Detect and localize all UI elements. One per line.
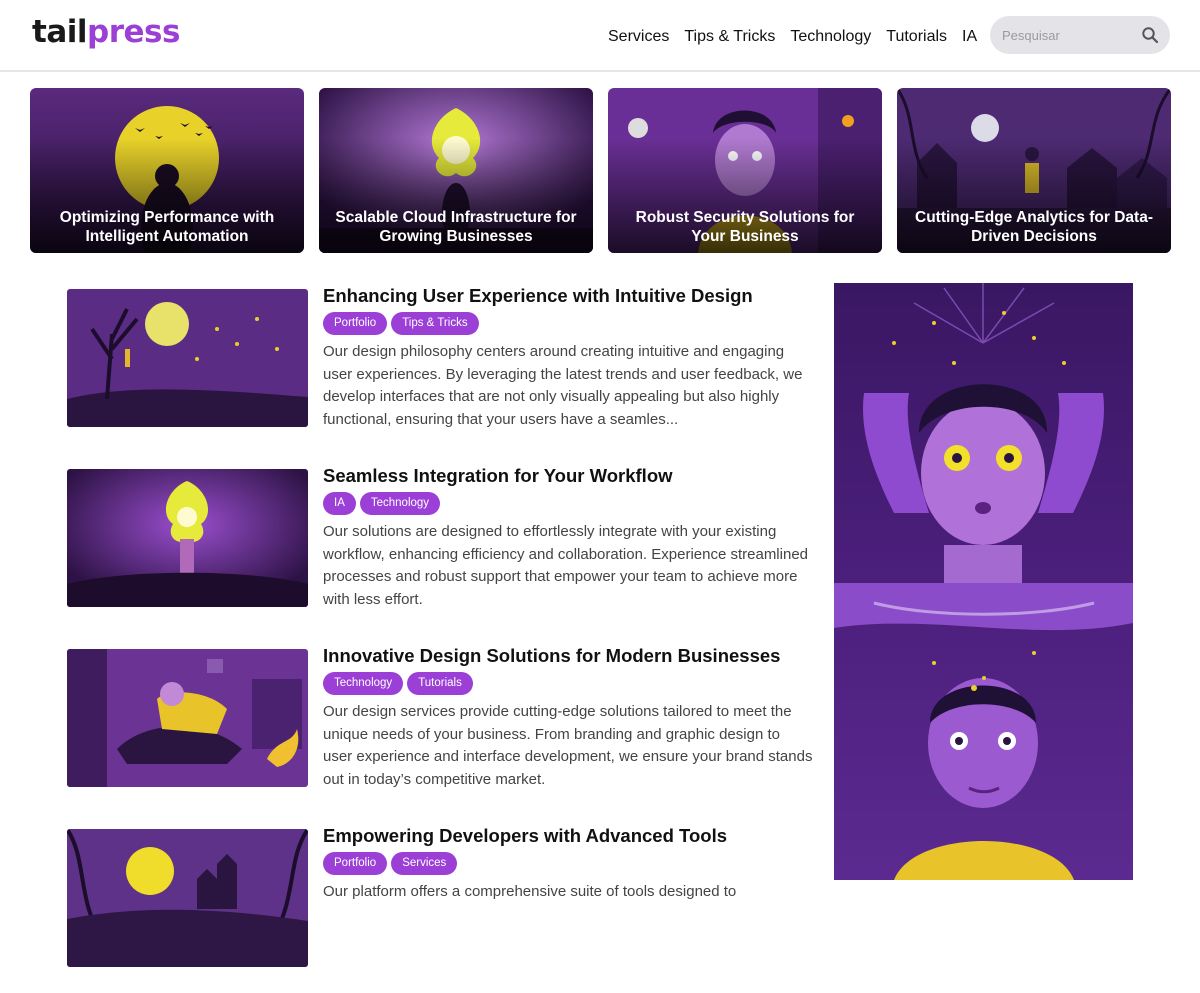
post-title[interactable]: Seamless Integration for Your Workflow bbox=[323, 463, 813, 489]
banner-image-dreaming-faces bbox=[834, 283, 1133, 880]
post-image-glowing-tree bbox=[67, 469, 308, 607]
site-logo[interactable]: tailpress bbox=[32, 14, 180, 50]
post-thumbnail[interactable] bbox=[67, 469, 308, 607]
nav-link-tips-tricks[interactable]: Tips & Tricks bbox=[684, 27, 775, 47]
post-tags: Technology Tutorials bbox=[323, 672, 813, 695]
featured-card[interactable]: Cutting-Edge Analytics for Data-Driven D… bbox=[897, 88, 1171, 253]
featured-posts: Optimizing Performance with Intelligent … bbox=[30, 88, 1171, 253]
tag-badge[interactable]: Tutorials bbox=[407, 672, 473, 695]
post-item: Empowering Developers with Advanced Tool… bbox=[67, 823, 812, 993]
logo-text-part2: press bbox=[87, 14, 180, 50]
post-tags: IA Technology bbox=[323, 492, 813, 515]
nav-link-ia[interactable]: IA bbox=[962, 27, 977, 47]
nav-link-services[interactable]: Services bbox=[608, 27, 669, 47]
featured-title[interactable]: Scalable Cloud Infrastructure for Growin… bbox=[329, 208, 583, 246]
search-icon[interactable] bbox=[1141, 26, 1159, 44]
sidebar-banner[interactable] bbox=[834, 283, 1133, 880]
post-body: Innovative Design Solutions for Modern B… bbox=[323, 643, 813, 792]
tag-badge[interactable]: Technology bbox=[359, 492, 441, 515]
post-image-sleeping-person bbox=[67, 649, 308, 787]
nav-link-tutorials[interactable]: Tutorials bbox=[886, 27, 947, 47]
search-box bbox=[990, 16, 1170, 54]
featured-card[interactable]: Robust Security Solutions for Your Busin… bbox=[608, 88, 882, 253]
tag-badge[interactable]: IA bbox=[323, 492, 356, 515]
post-excerpt: Our design services provide cutting-edge… bbox=[323, 703, 813, 788]
post-excerpt: Our solutions are designed to effortless… bbox=[323, 523, 809, 608]
post-body: Enhancing User Experience with Intuitive… bbox=[323, 283, 813, 432]
post-body: Empowering Developers with Advanced Tool… bbox=[323, 823, 813, 972]
tag-badge[interactable]: Tips & Tricks bbox=[391, 312, 479, 335]
tag-badge[interactable]: Technology bbox=[323, 672, 404, 695]
post-excerpt: Our design philosophy centers around cre… bbox=[323, 343, 803, 428]
post-title[interactable]: Empowering Developers with Advanced Tool… bbox=[323, 823, 813, 849]
post-title[interactable]: Innovative Design Solutions for Modern B… bbox=[323, 643, 813, 669]
post-title[interactable]: Enhancing User Experience with Intuitive… bbox=[323, 283, 813, 309]
featured-card[interactable]: Scalable Cloud Infrastructure for Growin… bbox=[319, 88, 593, 253]
logo-text-part1: tail bbox=[32, 14, 88, 50]
site-header: tailpress Services Tips & Tricks Technol… bbox=[0, 0, 1200, 72]
post-item: Innovative Design Solutions for Modern B… bbox=[67, 643, 812, 813]
post-thumbnail[interactable] bbox=[67, 829, 308, 967]
post-image-tree-moon bbox=[67, 289, 308, 427]
featured-title[interactable]: Robust Security Solutions for Your Busin… bbox=[618, 208, 872, 246]
search-input[interactable] bbox=[1002, 25, 1132, 45]
tag-badge[interactable]: Portfolio bbox=[323, 312, 388, 335]
tag-badge[interactable]: Portfolio bbox=[323, 852, 388, 875]
post-tags: Portfolio Tips & Tricks bbox=[323, 312, 813, 335]
featured-card[interactable]: Optimizing Performance with Intelligent … bbox=[30, 88, 304, 253]
post-image-castle-moon bbox=[67, 829, 308, 967]
post-item: Enhancing User Experience with Intuitive… bbox=[67, 283, 812, 453]
post-tags: Portfolio Services bbox=[323, 852, 813, 875]
post-excerpt: Our platform offers a comprehensive suit… bbox=[323, 883, 737, 900]
nav-link-technology[interactable]: Technology bbox=[790, 27, 871, 47]
post-body: Seamless Integration for Your Workflow I… bbox=[323, 463, 813, 612]
post-item: Seamless Integration for Your Workflow I… bbox=[67, 463, 812, 633]
tag-badge[interactable]: Services bbox=[391, 852, 458, 875]
featured-title[interactable]: Optimizing Performance with Intelligent … bbox=[40, 208, 294, 246]
post-thumbnail[interactable] bbox=[67, 289, 308, 427]
main-nav: Services Tips & Tricks Technology Tutori… bbox=[608, 27, 992, 47]
post-thumbnail[interactable] bbox=[67, 649, 308, 787]
featured-title[interactable]: Cutting-Edge Analytics for Data-Driven D… bbox=[907, 208, 1161, 246]
